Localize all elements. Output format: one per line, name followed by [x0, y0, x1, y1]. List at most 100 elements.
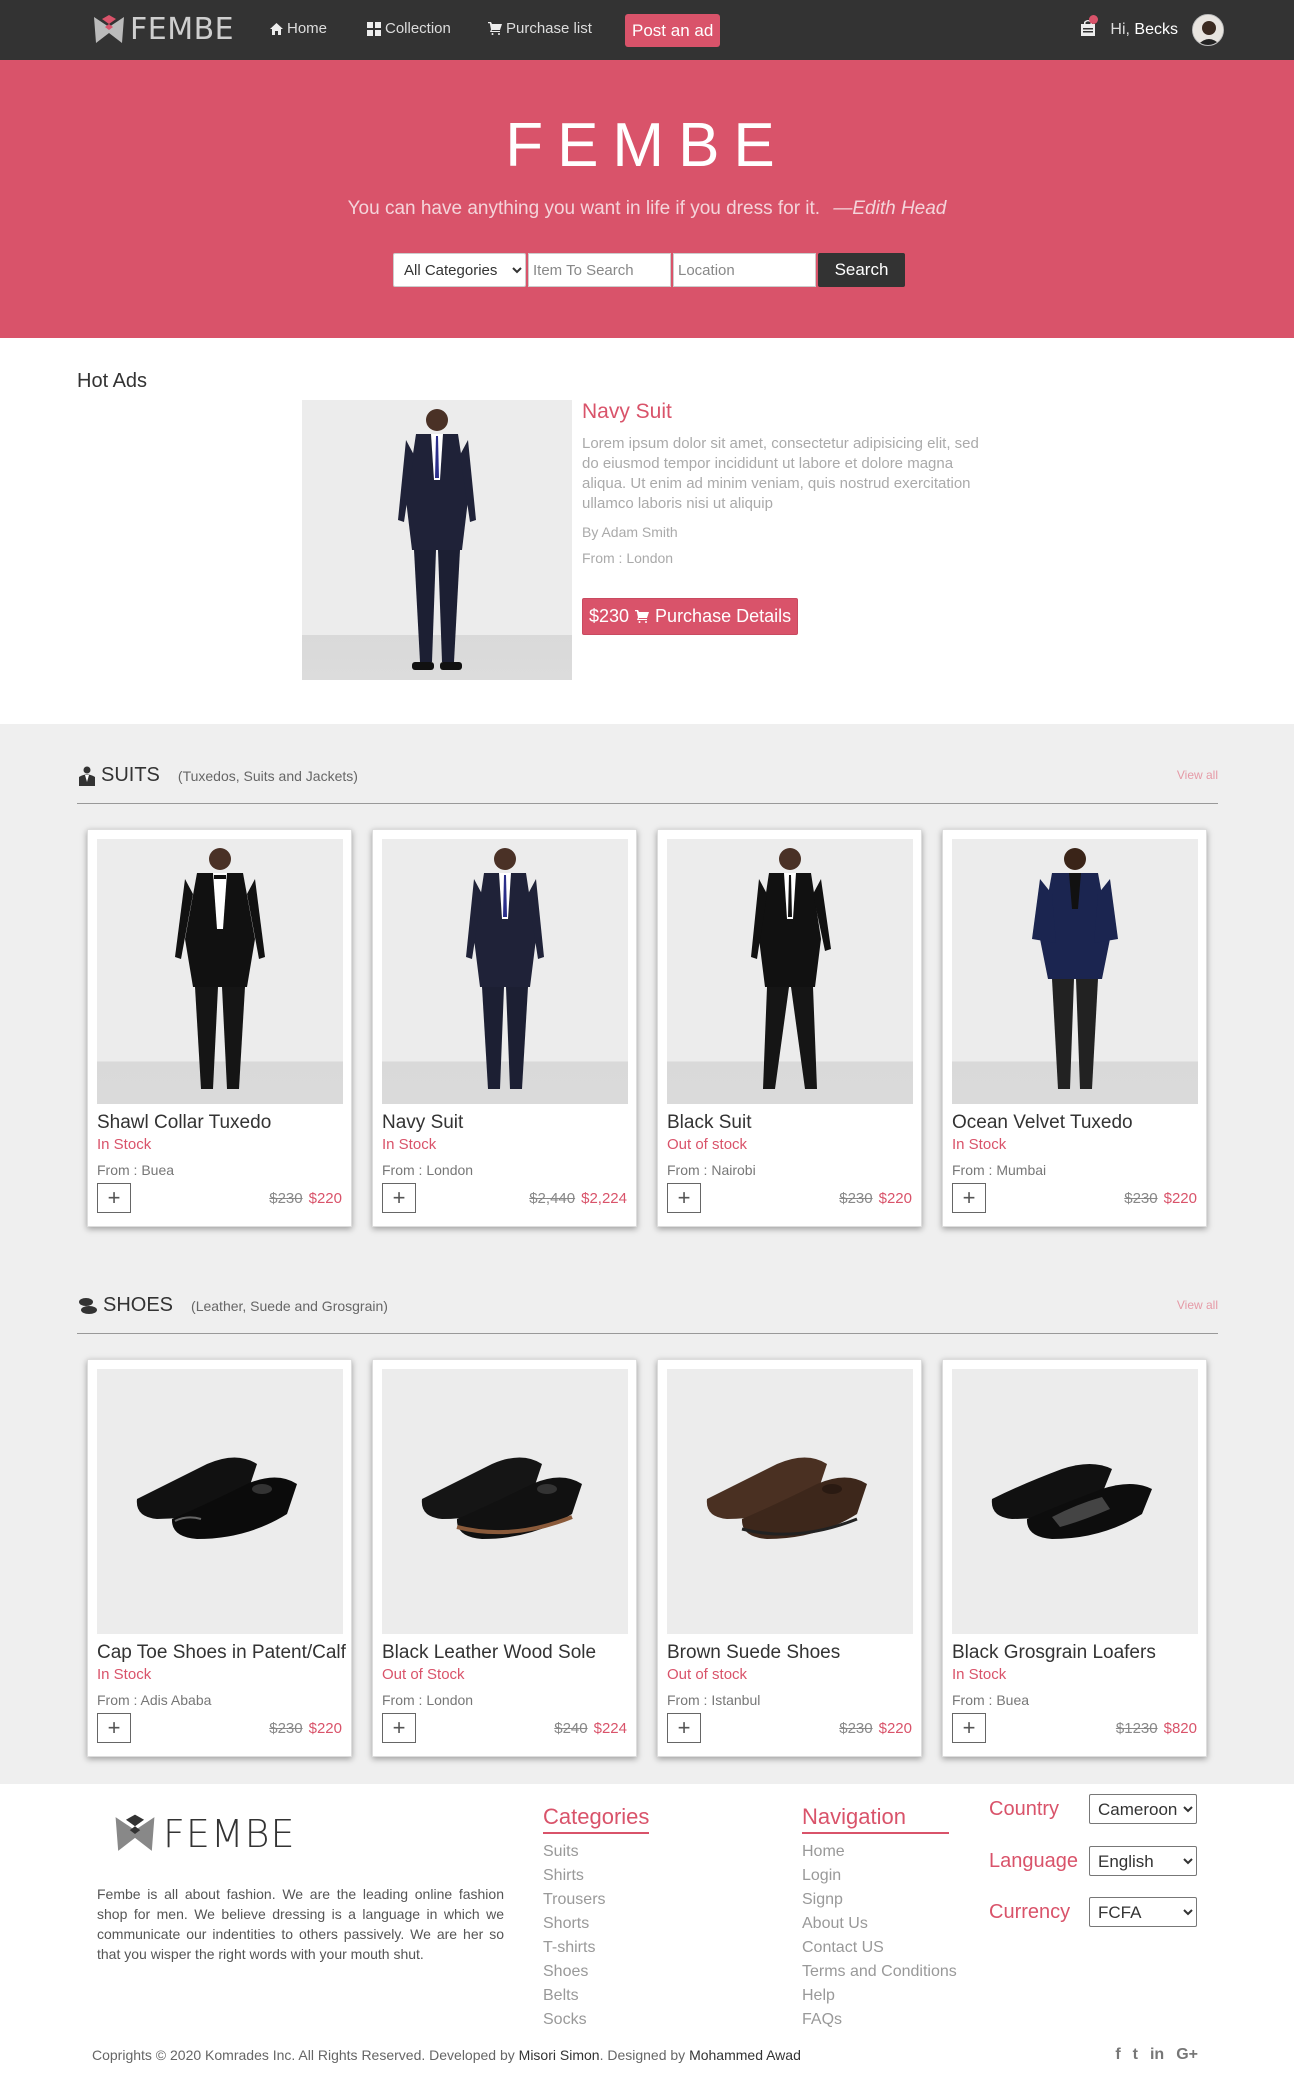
product-image[interactable] — [382, 1369, 628, 1634]
shoes-view-all-link[interactable]: View all — [1177, 1298, 1218, 1312]
user-area: Hi, Becks — [1080, 14, 1224, 46]
product-image[interactable] — [952, 839, 1198, 1104]
category-select[interactable]: All Categories — [393, 253, 526, 287]
brand-logo[interactable]: FEMBE — [92, 12, 234, 47]
hot-ads-heading: Hot Ads — [77, 370, 148, 392]
suits-view-all-link[interactable]: View all — [1177, 768, 1218, 782]
add-to-cart-button[interactable]: + — [667, 1713, 701, 1743]
product-card[interactable]: Black Suit Out of stock From : Nairobi +… — [657, 829, 922, 1227]
product-image[interactable] — [97, 1369, 343, 1634]
product-name[interactable]: Ocean Velvet Tuxedo — [952, 1112, 1133, 1134]
footer-category-link[interactable]: Trousers — [543, 1888, 649, 1912]
shoes-section: SHOES (Leather, Suede and Grosgrain) Vie… — [77, 1294, 1218, 1757]
add-to-cart-button[interactable]: + — [667, 1183, 701, 1213]
nav-collection[interactable]: Collection — [367, 20, 451, 37]
twitter-icon[interactable]: t — [1133, 2046, 1138, 2064]
currency-select[interactable]: FCFA — [1089, 1897, 1197, 1927]
product-card[interactable]: Ocean Velvet Tuxedo In Stock From : Mumb… — [942, 829, 1207, 1227]
footer-category-link[interactable]: T-shirts — [543, 1936, 649, 1960]
product-image[interactable] — [382, 839, 628, 1104]
product-card[interactable]: Shawl Collar Tuxedo In Stock From : Buea… — [87, 829, 352, 1227]
search-button[interactable]: Search — [818, 253, 905, 287]
location-input[interactable] — [673, 253, 816, 287]
country-select[interactable]: Cameroon — [1089, 1794, 1197, 1824]
stock-status: Out of stock — [667, 1136, 748, 1153]
product-image[interactable] — [97, 839, 343, 1104]
user-name[interactable]: Becks — [1134, 21, 1178, 38]
google-plus-icon[interactable]: G+ — [1176, 2046, 1198, 2064]
product-name[interactable]: Black Suit — [667, 1112, 751, 1134]
add-to-cart-button[interactable]: + — [97, 1183, 131, 1213]
footer-category-link[interactable]: Shorts — [543, 1912, 649, 1936]
product-card[interactable]: Navy Suit In Stock From : London + $2,44… — [372, 829, 637, 1227]
designer-link[interactable]: Mohammed Awad — [689, 2047, 801, 2063]
hot-ad-image[interactable] — [302, 400, 572, 680]
copyright-text: Coprights © 2020 Komrades Inc. All Right… — [92, 2047, 515, 2063]
greeting-prefix: Hi, — [1110, 21, 1130, 38]
post-ad-button[interactable]: Post an ad — [625, 14, 721, 47]
footer-nav-link[interactable]: Login — [802, 1864, 957, 1888]
product-image[interactable] — [667, 1369, 913, 1634]
product-card[interactable]: Black Leather Wood Sole Out of Stock Fro… — [372, 1359, 637, 1757]
footer-nav-link[interactable]: Contact US — [802, 1936, 957, 1960]
nav-purchase-list[interactable]: Purchase list — [488, 20, 592, 37]
footer-nav-link[interactable]: Help — [802, 1984, 957, 2008]
product-name[interactable]: Cap Toe Shoes in Patent/Calf — [97, 1642, 346, 1664]
plus-icon: + — [962, 1715, 976, 1740]
add-to-cart-button[interactable]: + — [952, 1713, 986, 1743]
product-card[interactable]: Brown Suede Shoes Out of stock From : Is… — [657, 1359, 922, 1757]
notification-cart[interactable] — [1080, 14, 1099, 42]
developer-link[interactable]: Misori Simon — [519, 2047, 600, 2063]
footer-about: Fembe is all about fashion. We are the l… — [97, 1886, 504, 1962]
stock-status: In Stock — [97, 1666, 152, 1683]
tuxedo-model-image — [175, 848, 265, 1089]
facebook-icon[interactable]: f — [1115, 2046, 1120, 2064]
add-to-cart-button[interactable]: + — [382, 1713, 416, 1743]
add-to-cart-button[interactable]: + — [382, 1183, 416, 1213]
velvet-tuxedo-model-image — [1032, 848, 1118, 1089]
product-image[interactable] — [952, 1369, 1198, 1634]
footer-brand-name: FEMBE — [163, 1812, 296, 1856]
country-label: Country — [989, 1797, 1060, 1820]
hot-ad-title[interactable]: Navy Suit — [582, 400, 992, 424]
product-name[interactable]: Brown Suede Shoes — [667, 1642, 840, 1664]
linkedin-icon[interactable]: in — [1150, 2046, 1164, 2064]
add-to-cart-button[interactable]: + — [97, 1713, 131, 1743]
footer-category-link[interactable]: Suits — [543, 1840, 649, 1864]
product-card[interactable]: Cap Toe Shoes in Patent/Calf In Stock Fr… — [87, 1359, 352, 1757]
product-name[interactable]: Black Leather Wood Sole — [382, 1642, 596, 1664]
product-card[interactable]: Black Grosgrain Loafers In Stock From : … — [942, 1359, 1207, 1757]
avatar[interactable] — [1192, 14, 1224, 46]
shoes-header: SHOES (Leather, Suede and Grosgrain) Vie… — [77, 1294, 1218, 1334]
item-search-input[interactable] — [528, 253, 671, 287]
footer-brand[interactable]: FEMBE — [113, 1812, 296, 1856]
product-price: $2,440 $2,224 — [529, 1190, 627, 1207]
footer-nav-link[interactable]: Home — [802, 1840, 957, 1864]
footer-category-link[interactable]: Belts — [543, 1984, 649, 2008]
suits-cards: Shawl Collar Tuxedo In Stock From : Buea… — [87, 829, 1207, 1227]
footer-category-link[interactable]: Shirts — [543, 1864, 649, 1888]
footer-nav-link[interactable]: Terms and Conditions — [802, 1960, 957, 1984]
purchase-details-button[interactable]: $230 Purchase Details — [582, 598, 799, 635]
footer-nav-link[interactable]: FAQs — [802, 2008, 957, 2032]
footer-nav-link[interactable]: Signp — [802, 1888, 957, 1912]
designed-by-text: . Designed by — [599, 2047, 686, 2063]
nav-home[interactable]: Home — [270, 20, 327, 37]
product-name[interactable]: Navy Suit — [382, 1112, 463, 1134]
product-name[interactable]: Shawl Collar Tuxedo — [97, 1112, 271, 1134]
product-image[interactable] — [667, 839, 913, 1104]
footer-category-link[interactable]: Shoes — [543, 1960, 649, 1984]
hot-ad-author: By Adam Smith — [582, 524, 678, 540]
add-to-cart-button[interactable]: + — [952, 1183, 986, 1213]
product-price: $230 $220 — [1124, 1190, 1197, 1207]
country-setting: Country Cameroon — [989, 1794, 1197, 1824]
product-name[interactable]: Black Grosgrain Loafers — [952, 1642, 1156, 1664]
nav-collection-label: Collection — [385, 20, 451, 37]
new-price: $220 — [878, 1190, 912, 1207]
shoes-title-wrap: SHOES (Leather, Suede and Grosgrain) — [77, 1294, 388, 1317]
footer-category-link[interactable]: Socks — [543, 2008, 649, 2032]
user-avatar-icon — [1193, 15, 1223, 45]
language-select[interactable]: English — [1089, 1846, 1197, 1876]
footer-nav-link[interactable]: About Us — [802, 1912, 957, 1936]
new-price: $820 — [1163, 1720, 1197, 1737]
